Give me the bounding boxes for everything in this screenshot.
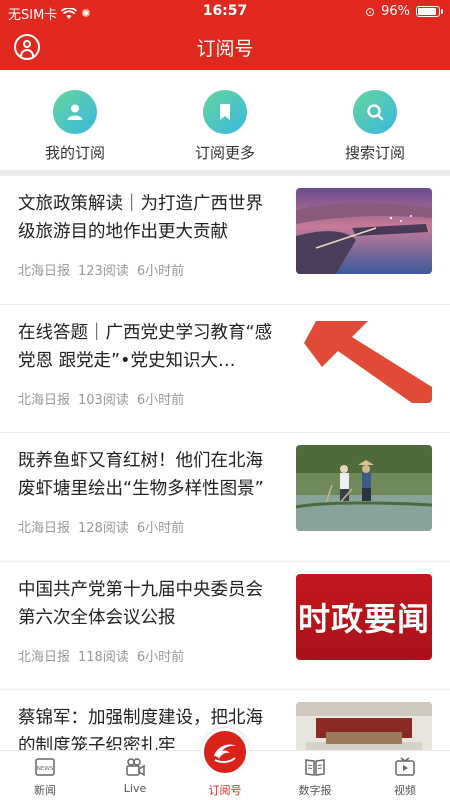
tab-label: 订阅号	[208, 784, 242, 797]
article-reads: 118阅读	[78, 649, 129, 665]
user-icon	[53, 90, 97, 134]
tab-live[interactable]: Live	[90, 751, 180, 800]
article-meta: 北海日报 128阅读 6小时前	[18, 517, 184, 536]
article-source: 北海日报	[18, 392, 71, 408]
article-time: 6小时前	[136, 264, 185, 279]
tv-play-icon	[394, 756, 416, 778]
tab-label: 视频	[394, 784, 416, 797]
tab-video[interactable]: 视频	[360, 751, 450, 800]
page-title: 订阅号	[196, 38, 254, 60]
article-item[interactable]: 在线答题｜广西党史学习教育“感党恩 跟党走”•党史知识大… 北海日报 103阅读…	[0, 305, 450, 433]
article-title: 在线答题｜广西党史学习教育“感党恩 跟党走”•党史知识大…	[18, 322, 273, 371]
subscribe-more-button[interactable]: 订阅更多	[150, 70, 300, 170]
my-subscriptions-button[interactable]: 我的订阅	[0, 70, 150, 170]
tab-news[interactable]: NEWS 新闻	[0, 751, 90, 800]
svg-text:NEWS: NEWS	[37, 766, 54, 772]
thumbnail-caption: 时政要闻	[297, 599, 430, 638]
status-bar: 无SIM卡 ✺ 16:57 ⊙ 96%	[0, 0, 450, 24]
mangrove-workers-thumbnail	[296, 445, 432, 531]
article-item[interactable]: 既养鱼虾又育红树！他们在北海废虾塘里绘出“生物多样性图景” 北海日报 128阅读…	[0, 433, 450, 562]
action-label: 订阅更多	[194, 144, 255, 162]
tab-label: 数字报	[298, 784, 332, 797]
article-reads: 128阅读	[78, 521, 129, 536]
article-source: 北海日报	[18, 649, 71, 665]
battery-icon	[416, 6, 443, 17]
coastal-aerial-thumbnail	[296, 188, 432, 274]
article-source: 北海日报	[18, 521, 71, 536]
article-meta: 北海日报 103阅读 6小时前	[18, 389, 184, 408]
red-arrow-thumbnail	[296, 316, 432, 403]
tab-label: Live	[123, 782, 147, 795]
article-time: 6小时前	[136, 649, 185, 665]
article-title: 既养鱼虾又育红树！他们在北海废虾塘里绘出“生物多样性图景”	[18, 451, 264, 499]
article-time: 6小时前	[136, 521, 185, 536]
action-label: 我的订阅	[44, 144, 105, 162]
orientation-lock-icon: ⊙	[365, 4, 376, 19]
politics-banner-thumbnail: 时政要闻	[296, 573, 432, 660]
video-camera-icon	[124, 756, 146, 778]
search-icon	[353, 90, 397, 134]
battery-percentage: 96%	[381, 4, 410, 19]
top-bar: 无SIM卡 ✺ 16:57 ⊙ 96% 订阅号	[0, 0, 450, 70]
action-label: 搜索订阅	[344, 144, 405, 162]
article-list: 文旅政策解读｜为打造广西世界级旅游目的地作出更大贡献 北海日报 123阅读 6小…	[0, 176, 450, 800]
article-time: 6小时前	[136, 392, 185, 408]
tab-digital-paper[interactable]: 数字报	[270, 751, 360, 800]
newspaper-icon	[304, 756, 326, 778]
article-reads: 123阅读	[78, 264, 129, 279]
article-title: 中国共产党第十九届中央委员会第六次全体会议公报	[18, 579, 263, 628]
bookmark-icon	[203, 90, 247, 134]
article-item[interactable]: 中国共产党第十九届中央委员会第六次全体会议公报 北海日报 118阅读 6小时前 …	[0, 562, 450, 690]
search-subscriptions-button[interactable]: 搜索订阅	[300, 70, 450, 170]
article-title: 文旅政策解读｜为打造广西世界级旅游目的地作出更大贡献	[18, 194, 263, 242]
article-item[interactable]: 文旅政策解读｜为打造广西世界级旅游目的地作出更大贡献 北海日报 123阅读 6小…	[0, 176, 450, 305]
news-icon: NEWS	[34, 756, 56, 778]
subscription-actions: 我的订阅 订阅更多 搜索订阅	[0, 70, 450, 170]
article-meta: 北海日报 118阅读 6小时前	[18, 646, 184, 665]
tab-label: 新闻	[34, 784, 56, 797]
article-meta: 北海日报 123阅读 6小时前	[18, 260, 184, 279]
article-reads: 103阅读	[78, 392, 129, 408]
article-source: 北海日报	[18, 264, 71, 279]
dolphin-logo-icon[interactable]	[201, 728, 249, 776]
